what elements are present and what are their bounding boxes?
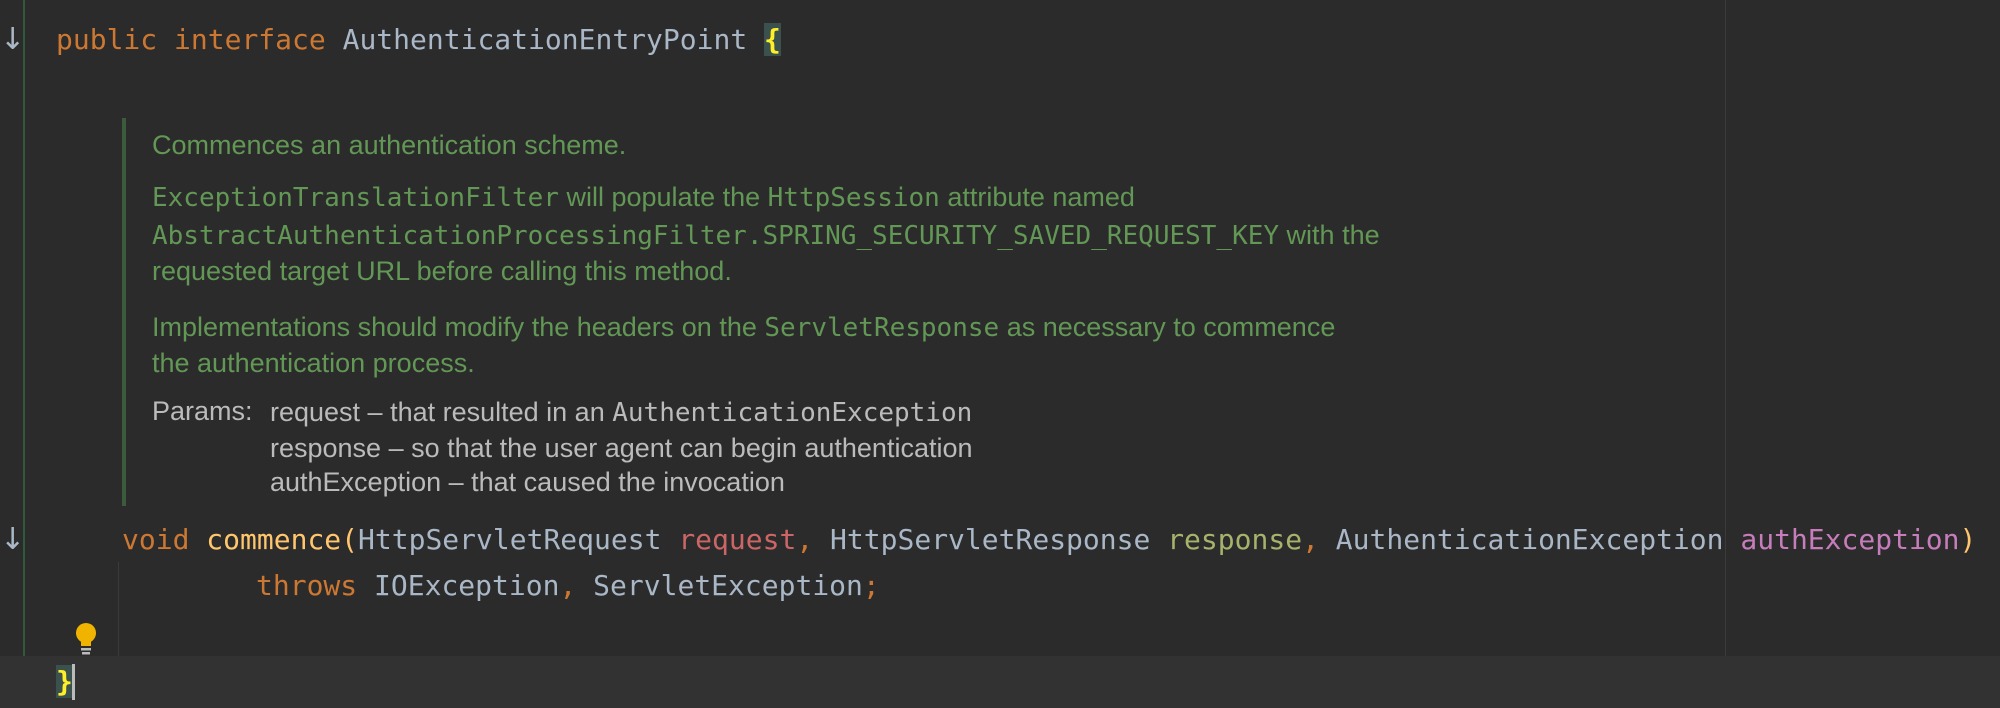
javadoc-text: will populate the <box>559 182 768 212</box>
indent-guide <box>118 562 119 656</box>
javadoc-text: with the <box>1279 220 1380 250</box>
semicolon: ; <box>862 569 880 602</box>
keyword-void: void <box>122 523 190 556</box>
throws-clause-line[interactable]: throws IOException, ServletException; <box>256 566 880 606</box>
javadoc-code: ServletResponse <box>764 313 1000 343</box>
javadoc-code: ExceptionTranslationFilter <box>152 183 559 213</box>
close-brace: } <box>56 665 73 698</box>
param-text: request – that resulted in an <box>270 397 613 427</box>
exception-type: ServletException <box>593 569 863 602</box>
open-brace: { <box>764 23 781 56</box>
close-paren: ) <box>1959 523 1977 556</box>
javadoc-paragraph-3-line-1: Implementations should modify the header… <box>152 308 1335 347</box>
closing-brace-line[interactable]: } <box>56 662 73 702</box>
method-name: commence <box>206 523 342 556</box>
javadoc-paragraph-2-line-2: AbstractAuthenticationProcessingFilter.S… <box>152 216 1380 255</box>
javadoc-summary: Commences an authentication scheme. <box>152 130 627 160</box>
code-editor[interactable]: ↓ ↓ public interface AuthenticationEntry… <box>0 0 2000 708</box>
right-margin-guide <box>1725 0 1726 708</box>
method-signature-line[interactable]: void commence(HttpServletRequest request… <box>122 520 1976 560</box>
javadoc-code: AbstractAuthenticationProcessingFilter.S… <box>152 221 1280 251</box>
javadoc-paragraph-2-line-3: requested target URL before calling this… <box>152 256 732 286</box>
javadoc-param-response: response – so that the user agent can be… <box>270 433 973 463</box>
gutter-change-marker <box>23 0 25 708</box>
param-type: HttpServletResponse <box>830 523 1151 556</box>
exception-type: IOException <box>374 569 560 602</box>
comma: , <box>559 569 577 602</box>
text-caret <box>72 664 75 700</box>
javadoc-code: HttpSession <box>767 183 940 213</box>
javadoc-param-request: request – that resulted in an Authentica… <box>270 394 972 431</box>
current-line-highlight <box>0 656 2000 708</box>
javadoc-paragraph-3-line-2: the authentication process. <box>152 348 475 378</box>
param-code: AuthenticationException <box>612 398 973 428</box>
lightbulb-icon[interactable] <box>73 622 99 656</box>
param-type: HttpServletRequest <box>358 523 662 556</box>
comma: , <box>796 523 814 556</box>
javadoc-paragraph-2-line-1: ExceptionTranslationFilter will populate… <box>152 178 1135 217</box>
javadoc-text: attribute named <box>939 182 1135 212</box>
keyword-interface: interface <box>174 23 326 56</box>
comma: , <box>1302 523 1319 556</box>
implementation-arrow-icon[interactable]: ↓ <box>0 522 25 558</box>
javadoc-text: Implementations should modify the header… <box>152 312 765 342</box>
implementation-arrow-icon[interactable]: ↓ <box>0 22 25 58</box>
interface-declaration-line[interactable]: public interface AuthenticationEntryPoin… <box>56 20 781 60</box>
javadoc-param-authexception: authException – that caused the invocati… <box>270 467 785 497</box>
param-name: authException <box>1740 523 1960 556</box>
param-name: request <box>678 523 797 556</box>
param-type: AuthenticationException <box>1335 523 1724 556</box>
keyword-public: public <box>56 23 158 56</box>
javadoc-text: as necessary to commence <box>999 312 1336 342</box>
param-name: response <box>1167 523 1303 556</box>
javadoc-rendered-bar <box>122 118 126 506</box>
interface-name: AuthenticationEntryPoint <box>342 23 748 56</box>
javadoc-params-label: Params: <box>152 396 253 426</box>
open-paren: ( <box>341 523 359 556</box>
keyword-throws: throws <box>256 569 358 602</box>
